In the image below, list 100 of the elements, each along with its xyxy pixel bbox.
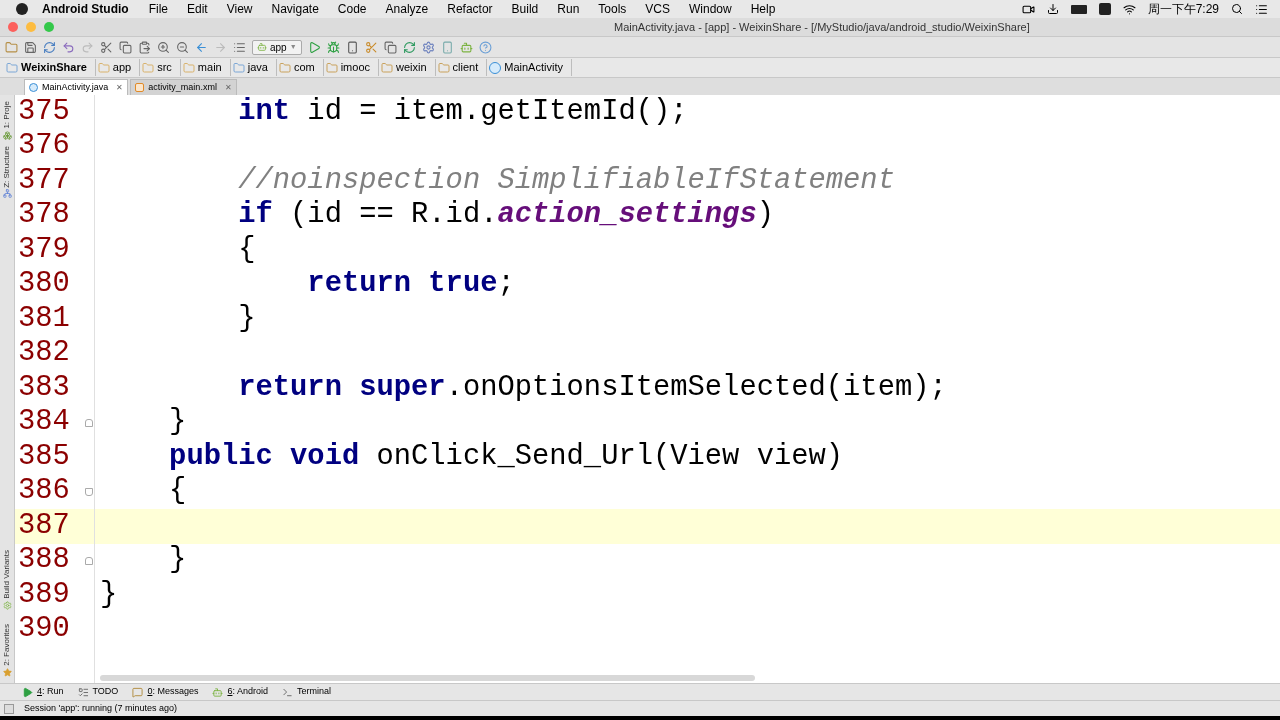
line-number: 378 — [17, 201, 70, 231]
close-icon[interactable]: ✕ — [112, 81, 124, 94]
line-number: 381 — [17, 304, 70, 334]
close-icon[interactable]: ✕ — [220, 81, 232, 94]
fold-icon[interactable] — [85, 487, 93, 496]
code-line: int id = item.getItemId(); — [237, 97, 688, 127]
line-number: 382 — [17, 339, 70, 369]
tool-window-button[interactable]: 2: Favorites — [1, 624, 13, 677]
line-number: 385 — [17, 442, 70, 472]
line-number: 377 — [17, 166, 70, 196]
search-icon[interactable] — [1231, 3, 1243, 15]
class-icon — [489, 61, 502, 74]
breadcrumb[interactable]: imooc — [325, 59, 379, 76]
terminal-icon — [281, 686, 293, 698]
tool-window-button[interactable]: Build Variants — [1, 550, 13, 611]
folder-icon — [278, 61, 291, 74]
list-icon — [77, 686, 89, 698]
copy-icon[interactable] — [116, 38, 135, 56]
editor-tab[interactable]: MainActivity.java ✕ — [24, 79, 129, 95]
code-line: } — [237, 304, 256, 334]
project-icon — [2, 130, 12, 140]
tool-window-button[interactable]: TODO — [77, 685, 119, 699]
code-line: { — [237, 235, 256, 265]
code-line: if (id == R.id.action_settings) — [237, 201, 774, 231]
window-title: MainActivity.java - [app] - WeixinShare - [/MyStudio/java/android_studio/WeixinShare] — [614, 19, 1030, 35]
wifi-icon[interactable] — [1122, 2, 1136, 16]
folder-icon — [437, 61, 450, 74]
tool-window-button[interactable]: 1: Proje — [1, 101, 13, 140]
message-icon — [132, 686, 144, 698]
tool-window-button[interactable]: Z: Structure — [1, 145, 13, 199]
folder-icon — [232, 61, 245, 74]
code-line: //noinspection SimplifiableIfStatement — [237, 166, 895, 196]
code-editor[interactable] — [95, 95, 1280, 683]
breadcrumb[interactable]: MainActivity — [489, 59, 572, 76]
folder-icon — [381, 61, 393, 74]
folder-icon — [97, 61, 110, 74]
folder-icon — [142, 61, 155, 74]
menu-item[interactable]: View — [226, 0, 253, 18]
download-icon[interactable] — [1046, 3, 1059, 15]
android-icon — [257, 42, 267, 52]
line-number: 384 — [17, 408, 70, 438]
menu-icon[interactable] — [1255, 2, 1268, 16]
breadcrumb[interactable]: java — [232, 59, 277, 76]
code-line: } — [168, 546, 187, 576]
breadcrumb[interactable]: app — [97, 59, 141, 76]
menu-item[interactable]: VCS — [645, 0, 670, 18]
breadcrumb[interactable]: com — [278, 59, 324, 76]
folder-icon — [325, 61, 338, 74]
line-number: 386 — [17, 477, 70, 507]
breadcrumb[interactable]: weixin — [381, 59, 436, 76]
breadcrumb[interactable]: WeixinShare — [6, 59, 96, 76]
line-number: 376 — [17, 132, 70, 162]
zoom-button[interactable] — [44, 22, 54, 32]
line-number: 387 — [17, 511, 70, 541]
line-number: 383 — [17, 373, 70, 403]
breadcrumb[interactable]: src — [142, 59, 181, 76]
line-number: 388 — [17, 546, 70, 576]
menu-item[interactable]: Run — [557, 0, 580, 18]
menu-item[interactable]: Edit — [187, 0, 208, 18]
menu-item[interactable]: Tools — [598, 0, 627, 18]
status-icon[interactable] — [4, 703, 14, 714]
line-number: 380 — [17, 270, 70, 300]
menu-item[interactable]: Build — [511, 0, 539, 18]
line-number: 379 — [17, 235, 70, 265]
code-line: return super.onOptionsItemSelected(item); — [237, 373, 947, 403]
tool-window-button[interactable]: Terminal — [281, 685, 331, 699]
fold-icon[interactable] — [85, 556, 93, 565]
close-button[interactable] — [8, 22, 18, 32]
menu-item[interactable]: Analyze — [385, 0, 429, 18]
folder-icon — [182, 61, 195, 74]
xml-icon — [135, 83, 145, 92]
clock[interactable]: 周一下午7:29 — [1147, 0, 1219, 18]
editor-tab[interactable]: activity_main.xml ✕ — [130, 79, 237, 95]
code-line: public void onClick_Send_Url(View view) — [168, 442, 844, 472]
gear-icon — [2, 601, 12, 611]
app-icon[interactable] — [1098, 3, 1111, 15]
breadcrumb[interactable]: main — [182, 59, 231, 76]
menu-item[interactable]: Code — [337, 0, 367, 18]
code-line: } — [100, 580, 118, 610]
android-icon — [212, 686, 224, 698]
code-line: } — [168, 408, 187, 438]
breadcrumb[interactable]: client — [437, 59, 488, 76]
tool-window-button[interactable]: 0: Messages — [132, 685, 199, 699]
code-line: { — [168, 477, 187, 507]
menu-item[interactable]: Navigate — [271, 0, 319, 18]
menu-item[interactable]: Help — [750, 0, 776, 18]
menu-item[interactable]: Window — [689, 0, 732, 18]
scrollbar[interactable] — [100, 675, 755, 681]
fold-icon[interactable] — [85, 418, 93, 427]
status-message: Session 'app': running (7 minutes ago) — [24, 701, 178, 715]
tool-window-button[interactable]: 6: Android — [212, 685, 268, 699]
class-icon — [29, 83, 38, 92]
menu-item[interactable]: File — [148, 0, 168, 18]
tool-window-button[interactable]: 4: Run — [22, 685, 64, 699]
play-icon — [22, 686, 33, 698]
star-icon — [2, 668, 12, 677]
line-number: 375 — [17, 97, 70, 127]
code-line: return true; — [306, 270, 515, 300]
menu-item[interactable]: Refactor — [447, 0, 493, 18]
app-name[interactable]: Android Studio — [42, 0, 129, 18]
